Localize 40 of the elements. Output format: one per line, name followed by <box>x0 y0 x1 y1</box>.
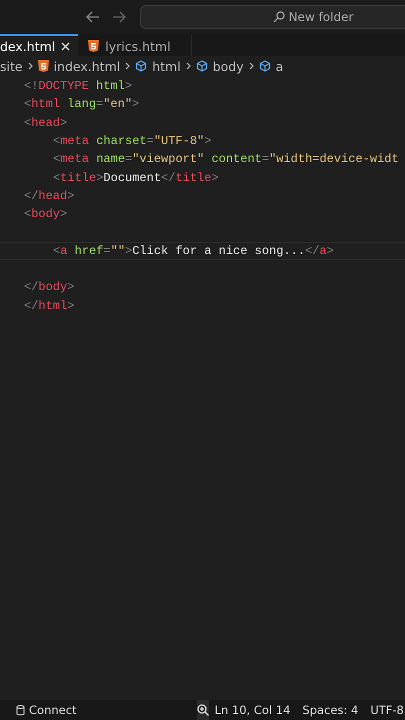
code-line: </body> <box>24 280 74 294</box>
code-line: <a href="">Click for a nice song...</a> <box>53 244 334 258</box>
breadcrumb-item[interactable]: body <box>212 58 244 74</box>
cube-icon <box>135 60 148 72</box>
indentation-status[interactable]: Spaces: 4 <box>296 703 364 717</box>
zoom-in-icon <box>196 704 209 716</box>
database-icon <box>16 704 25 716</box>
code-line: <meta charset="UTF-8"> <box>53 134 212 148</box>
search-field[interactable]: New folder <box>140 5 405 29</box>
back-button[interactable] <box>84 9 102 25</box>
code-line: <head> <box>24 116 68 130</box>
cube-icon <box>196 60 208 72</box>
encoding-status[interactable]: UTF-8 <box>364 703 405 717</box>
close-icon[interactable] <box>61 42 70 50</box>
chevron-icon <box>28 62 33 70</box>
code-line: </head> <box>24 188 74 203</box>
search-icon <box>272 11 285 23</box>
code-line: <title>Document</title> <box>53 170 219 185</box>
breadcrumb-item[interactable]: index.html <box>54 58 120 74</box>
breadcrumb-item[interactable]: site <box>0 58 23 74</box>
html5-icon <box>88 40 100 52</box>
cube-icon <box>258 60 271 72</box>
breadcrumb-item[interactable]: a <box>276 58 284 74</box>
code-line: </html> <box>24 298 74 313</box>
code-line: <html lang="en"> <box>24 97 140 112</box>
chevron-icon <box>125 62 130 70</box>
forward-arrow-icon <box>112 11 126 23</box>
breadcrumb-item[interactable]: html <box>152 58 181 74</box>
code-line: <body> <box>24 207 68 222</box>
editor-tab[interactable]: dex.html <box>0 34 78 56</box>
zoom-button[interactable] <box>196 700 209 720</box>
cursor-position[interactable]: Ln 10, Col 14 <box>208 703 296 717</box>
code-line: <!DOCTYPE html> <box>24 79 132 94</box>
back-arrow-icon <box>86 11 100 23</box>
html5-icon <box>38 60 49 72</box>
code-line: <meta name="viewport" content="width=device-widt <box>53 152 399 166</box>
chevron-icon <box>248 62 254 70</box>
forward-button[interactable] <box>110 9 128 25</box>
connect-button[interactable]: Connect <box>10 703 83 717</box>
chevron-icon <box>186 62 191 70</box>
